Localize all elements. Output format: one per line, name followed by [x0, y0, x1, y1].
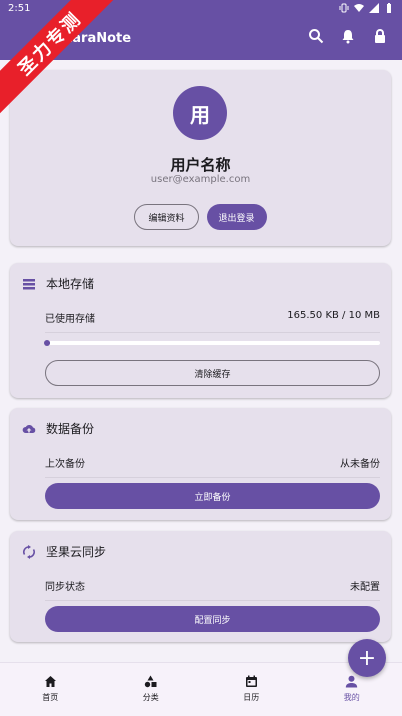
last-backup-row: 上次备份 从未备份	[45, 455, 380, 478]
signal-icon	[369, 3, 379, 13]
home-icon	[44, 676, 56, 687]
person-icon	[346, 675, 358, 688]
storage-title: 本地存储	[46, 277, 95, 291]
storage-header: 本地存储	[22, 275, 94, 292]
cloud-upload-icon	[22, 424, 36, 433]
nav-label-mine: 我的	[343, 693, 360, 702]
storage-icon	[23, 278, 35, 289]
avatar[interactable]: 用	[173, 86, 227, 140]
storage-used-label: 已使用存储	[45, 314, 95, 325]
search-icon[interactable]	[308, 28, 324, 44]
backup-now-button[interactable]: 立即备份	[45, 483, 380, 509]
backup-header: 数据备份	[22, 420, 94, 437]
battery-icon	[387, 3, 391, 13]
storage-progress-bar	[44, 340, 380, 346]
profile-actions: 编辑资料 退出登录	[10, 204, 391, 230]
calendar-icon	[245, 675, 257, 687]
storage-progress-handle	[44, 340, 50, 346]
status-icons	[339, 3, 394, 13]
status-time: 2:51	[8, 2, 31, 14]
add-fab-button[interactable]: +	[348, 639, 386, 677]
sync-title: 坚果云同步	[46, 545, 107, 559]
last-backup-value: 从未备份	[340, 459, 380, 470]
backup-card: 数据备份 上次备份 从未备份 立即备份	[10, 408, 391, 520]
edit-profile-button[interactable]: 编辑资料	[134, 204, 199, 230]
user-email: user@example.com	[150, 174, 251, 185]
sync-card: 坚果云同步 同步状态 未配置 配置同步	[10, 531, 391, 642]
bottom-navigation: 首页 分类 日历 我的	[0, 662, 402, 716]
sync-status-row: 同步状态 未配置	[45, 578, 380, 601]
storage-usage-row: 已使用存储 165.50 KB / 10 MB	[45, 310, 380, 333]
nav-item-category[interactable]: 分类	[101, 663, 202, 716]
configure-sync-button[interactable]: 配置同步	[45, 606, 380, 632]
nav-label-category: 分类	[142, 693, 159, 702]
backup-title: 数据备份	[46, 422, 95, 436]
vibrate-icon	[339, 3, 349, 13]
lock-icon[interactable]	[372, 28, 388, 44]
nav-label-home: 首页	[42, 693, 59, 702]
sync-status-label: 同步状态	[45, 582, 85, 593]
nav-item-mine[interactable]: 我的	[302, 663, 402, 716]
sync-header: 坚果云同步	[22, 543, 106, 560]
wifi-icon	[354, 4, 364, 12]
sync-status-value: 未配置	[350, 582, 380, 593]
notifications-icon[interactable]	[340, 28, 356, 44]
storage-used-value: 165.50 KB / 10 MB	[287, 310, 380, 321]
storage-card: 本地存储 已使用存储 165.50 KB / 10 MB 清除缓存	[10, 263, 391, 398]
app-bar-actions	[308, 28, 388, 44]
nav-item-calendar[interactable]: 日历	[201, 663, 302, 716]
logout-button[interactable]: 退出登录	[206, 204, 267, 230]
nav-item-home[interactable]: 首页	[0, 663, 101, 716]
last-backup-label: 上次备份	[45, 459, 85, 470]
user-name: 用户名称	[170, 156, 231, 174]
category-icon	[145, 675, 157, 688]
nav-label-calendar: 日历	[243, 693, 260, 702]
profile-card: 用 用户名称 user@example.com 编辑资料 退出登录	[10, 70, 391, 246]
sync-icon	[23, 544, 35, 559]
clear-cache-button[interactable]: 清除缓存	[45, 360, 380, 386]
